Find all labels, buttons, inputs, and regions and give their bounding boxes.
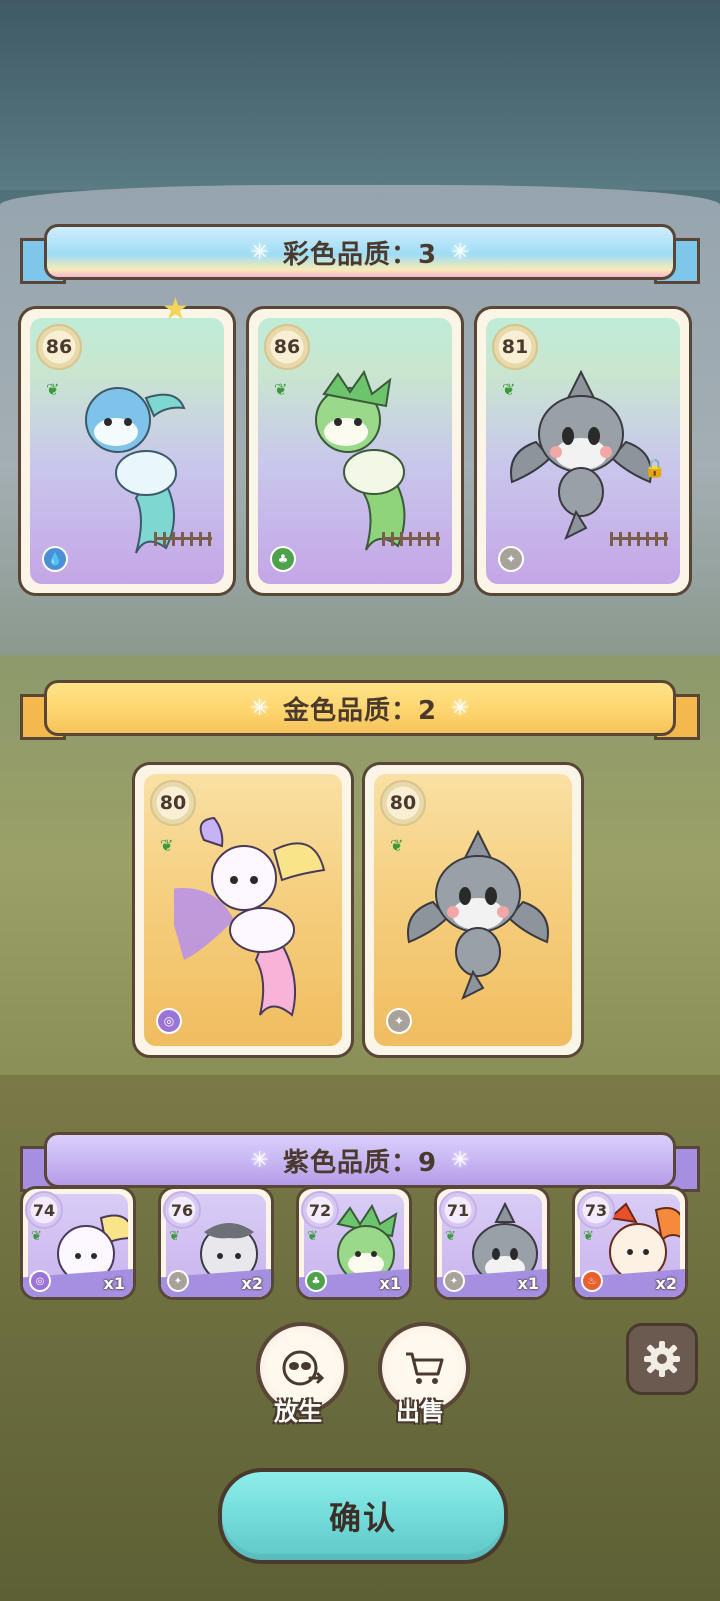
release-icon [282, 1350, 325, 1386]
settings-button[interactable] [626, 1323, 698, 1395]
rainbow-quality-title: 彩色品质：3 [282, 239, 438, 270]
leaf-icon: ❦ [46, 380, 60, 399]
level-badge: 71 [439, 1191, 477, 1229]
level-badge: 76 [163, 1191, 201, 1229]
release-label[interactable]: 放生 [248, 1392, 348, 1427]
sparkle-icon: ✳ [451, 1147, 470, 1173]
pet-card-purple-3[interactable]: 72 ❦ ♣ x1 [296, 1186, 412, 1300]
psychic-icon: ◎ [156, 1008, 182, 1034]
pet-count: x2 [655, 1274, 677, 1293]
level-badge: 72 [301, 1191, 339, 1229]
lock-icon[interactable]: 🔒 [644, 458, 666, 479]
fence-decoration [154, 532, 212, 550]
pet-card-purple-4[interactable]: 71 ❦ ✦ x1 [434, 1186, 550, 1300]
leaf-icon: ❦ [274, 380, 288, 399]
sell-label[interactable]: 出售 [370, 1392, 470, 1427]
sparkle-icon: ✳ [250, 695, 269, 721]
level-badge: 73 [577, 1191, 615, 1229]
pet-card-gold-2[interactable]: 80 ❦ ✦ [362, 762, 584, 1058]
normal-icon: ✦ [167, 1270, 189, 1292]
fence-decoration [382, 532, 440, 550]
fence-decoration [610, 532, 668, 550]
gold-quality-header: ✳ 金色品质：2 ✳ [20, 680, 700, 740]
leaf-icon: ❦ [31, 1229, 42, 1244]
water-icon: 💧 [42, 546, 68, 572]
level-badge: 86 [36, 324, 82, 370]
level-badge: 81 [492, 324, 538, 370]
pet-card-purple-2[interactable]: 76 ❦ ✦ x2 [158, 1186, 274, 1300]
sparkle-icon: ✳ [451, 695, 470, 721]
fire-icon: ♨ [581, 1270, 603, 1292]
sparkle-icon: ✳ [451, 239, 470, 265]
leaf-icon: ❦ [169, 1229, 180, 1244]
confirm-label: 确认 [328, 1499, 397, 1537]
green-dragon-creature [315, 369, 406, 551]
leaf-icon: ❦ [390, 836, 404, 855]
level-badge: 74 [25, 1191, 63, 1229]
pet-card-gold-1[interactable]: 80 ❦ ◎ [132, 762, 354, 1058]
pet-count: x1 [379, 1274, 401, 1293]
normal-icon: ✦ [386, 1008, 412, 1034]
pet-card-rainbow-2[interactable]: 86 ❦ ♣ [246, 306, 464, 596]
sparkle-icon: ✳ [250, 1147, 269, 1173]
confirm-button[interactable]: 确认 [218, 1468, 508, 1564]
sparkle-icon: ✳ [250, 239, 269, 265]
pet-card-purple-5[interactable]: 73 ❦ ♨ x2 [572, 1186, 688, 1300]
normal-icon: ✦ [443, 1270, 465, 1292]
purple-quality-header: ✳ 紫色品质：9 ✳ [20, 1132, 700, 1192]
pet-card-rainbow-3[interactable]: 81 ❦ 🔒 ✦ [474, 306, 692, 596]
level-badge: 80 [150, 780, 196, 826]
pet-count: x2 [241, 1274, 263, 1293]
purple-quality-title: 紫色品质：9 [282, 1147, 438, 1178]
leaf-icon: ❦ [445, 1229, 456, 1244]
rainbow-quality-header: ✳ 彩色品质：3 ✳ [20, 224, 700, 284]
leaf-icon: ❦ [307, 1229, 318, 1244]
normal-icon: ✦ [498, 546, 524, 572]
level-badge: 80 [380, 780, 426, 826]
gray-shark-creature [407, 829, 549, 1001]
gear-icon [644, 1341, 680, 1377]
cart-icon [406, 1352, 444, 1384]
leaf-icon: ❦ [160, 836, 174, 855]
level-badge: 86 [264, 324, 310, 370]
background-sky [0, 0, 720, 190]
psychic-icon: ◎ [29, 1270, 51, 1292]
pet-card-purple-1[interactable]: 74 ❦ ◎ x1 [20, 1186, 136, 1300]
pet-count: x1 [103, 1274, 125, 1293]
pet-count: x1 [517, 1274, 539, 1293]
leaf-icon: ❦ [502, 380, 516, 399]
pet-card-rainbow-1[interactable]: 86 ❦ 💧 [18, 306, 236, 596]
grass-icon: ♣ [270, 546, 296, 572]
star-sparkle: ★ [162, 292, 189, 327]
leaf-icon: ❦ [583, 1229, 594, 1244]
blue-fish-cat-creature [85, 387, 186, 554]
gray-shark-creature [510, 369, 652, 541]
fairy-cat-creature [174, 816, 326, 1017]
grass-icon: ♣ [305, 1270, 327, 1292]
gold-quality-title: 金色品质：2 [282, 695, 438, 726]
